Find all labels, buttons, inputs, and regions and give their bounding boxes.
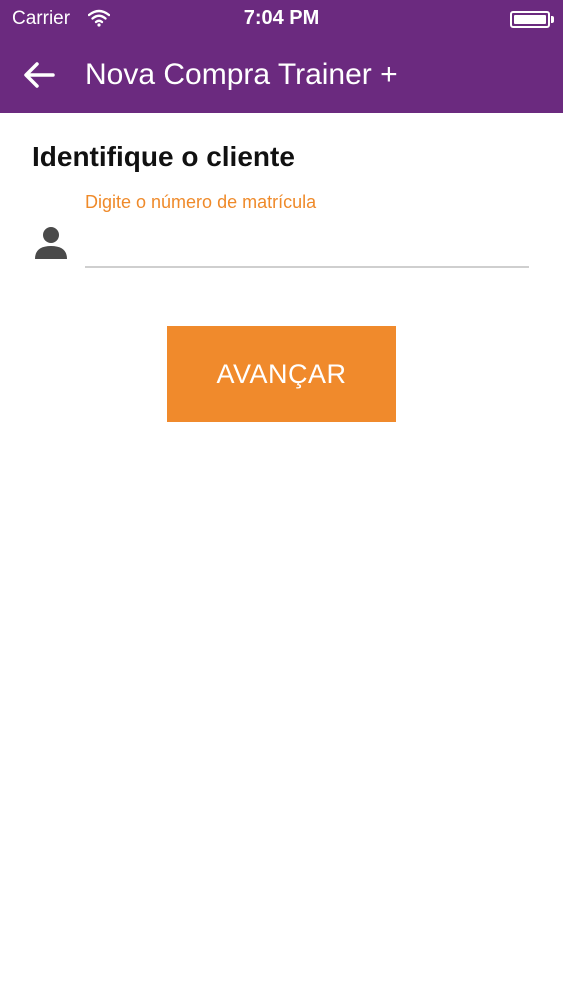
- battery-tip: [551, 16, 554, 23]
- app-header: Carrier 7:04 PM Nova Compra Trainer +: [0, 0, 563, 113]
- registration-number-label: Digite o número de matrícula: [85, 192, 317, 212]
- page-title: Nova Compra Trainer +: [85, 58, 398, 91]
- status-bar: Carrier 7:04 PM: [0, 0, 563, 40]
- battery-level: [514, 15, 546, 24]
- battery-icon: [510, 11, 550, 28]
- form-heading: Identifique o cliente: [32, 141, 295, 172]
- back-arrow-icon[interactable]: [20, 56, 58, 94]
- person-icon: [35, 227, 67, 259]
- registration-number-input[interactable]: [85, 222, 529, 268]
- advance-button[interactable]: AVANÇAR: [167, 326, 396, 422]
- status-time: 7:04 PM: [243, 7, 320, 29]
